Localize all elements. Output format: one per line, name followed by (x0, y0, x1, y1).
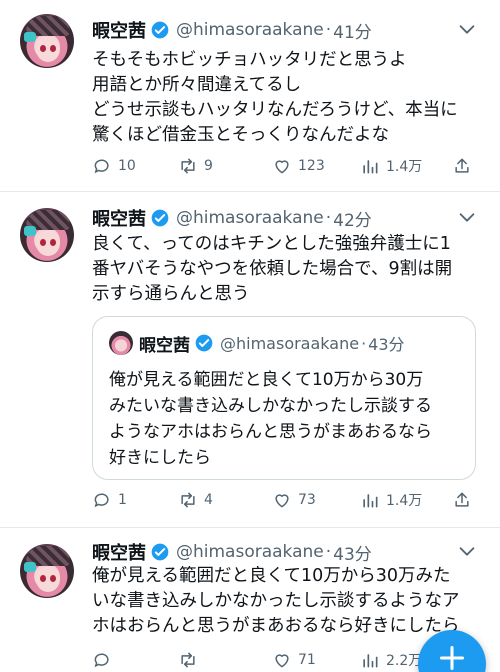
like-button[interactable]: 71 (272, 650, 316, 670)
reply-icon (94, 159, 109, 174)
user-handle[interactable]: @himasoraakane (176, 542, 324, 562)
retweet-button[interactable]: 4 (178, 490, 213, 510)
tweet-actions: 10 9 123 1.4万 (92, 154, 484, 178)
tweet-header: 暇空茜 @himasoraakane · 43分 (92, 538, 372, 566)
timestamp[interactable]: 42分 (333, 206, 372, 231)
share-button[interactable] (452, 156, 478, 176)
like-count: 73 (298, 492, 316, 508)
reply-button[interactable]: 1 (92, 490, 127, 510)
like-button[interactable]: 73 (272, 490, 316, 510)
plus-icon (439, 645, 465, 671)
tweet-header: 暇空茜 @himasoraakane · 42分 (92, 204, 372, 232)
separator-dot: · (325, 208, 332, 228)
separator-dot: · (325, 542, 332, 562)
chevron-down-icon[interactable] (456, 540, 478, 562)
avatar[interactable] (20, 544, 74, 598)
timestamp[interactable]: 43分 (333, 540, 372, 565)
avatar[interactable] (20, 14, 74, 68)
user-handle[interactable]: @himasoraakane (176, 20, 324, 40)
reply-icon (94, 493, 109, 508)
view-count: 1.4万 (386, 159, 423, 175)
retweet-count: 4 (204, 492, 213, 508)
retweet-icon (181, 652, 195, 668)
verified-badge-icon (151, 21, 169, 39)
tweet-actions: 1 4 73 1.4万 (92, 488, 484, 512)
share-button[interactable] (452, 490, 478, 510)
heart-icon (275, 160, 289, 174)
user-handle[interactable]: @himasoraakane (176, 208, 324, 228)
display-name[interactable]: 暇空茜 (92, 17, 146, 43)
retweet-count: 9 (204, 158, 213, 174)
user-handle: @himasoraakane (220, 333, 360, 353)
share-icon (455, 158, 469, 173)
chevron-down-icon[interactable] (456, 18, 478, 40)
avatar (109, 331, 133, 355)
tweet-text: そもそもホビッチョハッタリだと思うよ 用語とか所々間違えてるし どうせ示談もハッ… (92, 50, 458, 145)
timestamp[interactable]: 41分 (333, 18, 372, 43)
avatar[interactable] (20, 208, 74, 262)
reply-button[interactable]: 10 (92, 156, 136, 176)
views-icon (363, 654, 378, 668)
chevron-down-icon[interactable] (456, 206, 478, 228)
retweet-icon (181, 492, 195, 508)
timestamp: 43分 (368, 335, 405, 354)
display-name: 暇空茜 (139, 335, 190, 356)
view-count: 2.2万 (386, 653, 423, 669)
share-icon (455, 492, 469, 507)
display-name[interactable]: 暇空茜 (92, 205, 146, 231)
tweet-text: 良くて、ってのはキチンとした強強弁護士に1 番ヤバそうなやつを依頼した場合で、9… (92, 234, 453, 304)
separator-dot: · (325, 20, 332, 40)
tweet-header: 暇空茜 @himasoraakane · 41分 (92, 16, 372, 44)
views-button[interactable]: 1.4万 (360, 490, 422, 510)
quoted-tweet[interactable]: 暇空茜 @himasoraakane · 43分 俺が見える範囲だと良くて10万… (92, 316, 476, 480)
views-icon (363, 160, 378, 174)
views-button[interactable]: 1.4万 (360, 156, 422, 176)
tweet-1[interactable]: 暇空茜 @himasoraakane · 41分 そもそもホビッチョハッタリだと… (0, 0, 500, 192)
like-count: 123 (298, 158, 325, 174)
reply-count: 10 (118, 158, 136, 174)
verified-badge-icon (195, 334, 213, 352)
views-icon (363, 494, 378, 508)
separator-dot: · (361, 333, 367, 353)
reply-count: 1 (118, 492, 127, 508)
heart-icon (275, 494, 289, 508)
retweet-button[interactable] (178, 650, 204, 670)
retweet-icon (181, 158, 195, 174)
display-name[interactable]: 暇空茜 (92, 539, 146, 565)
tweet-text: 俺が見える範囲だと良くて10万から30万みた いな書き込みしかなかったし示談する… (92, 566, 460, 636)
reply-button[interactable] (92, 650, 118, 670)
heart-icon (275, 654, 289, 668)
quoted-tweet-header: 暇空茜 @himasoraakane · 43分 (139, 329, 405, 357)
verified-badge-icon (151, 209, 169, 227)
view-count: 1.4万 (386, 493, 423, 509)
views-button[interactable]: 2.2万 (360, 650, 422, 670)
quoted-tweet-text: 俺が見える範囲だと良くて10万から30万 みたいな書き込みしかなかったし示談する… (109, 370, 432, 468)
retweet-button[interactable]: 9 (178, 156, 213, 176)
reply-icon (94, 653, 109, 668)
like-count: 71 (298, 652, 316, 668)
verified-badge-icon (151, 543, 169, 561)
like-button[interactable]: 123 (272, 156, 325, 176)
